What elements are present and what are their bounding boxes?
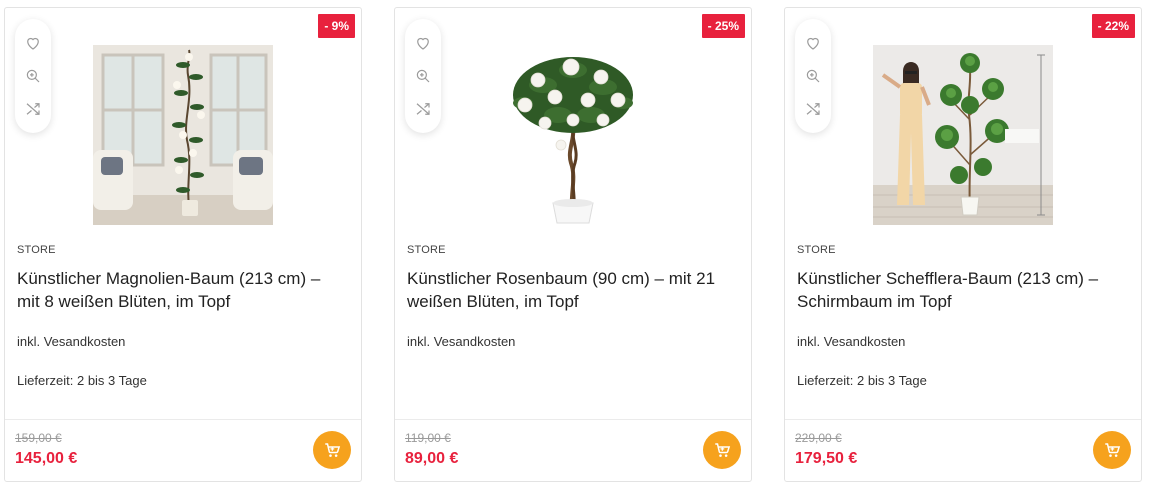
quick-view-button[interactable] — [802, 65, 824, 87]
product-brand: STORE — [17, 244, 56, 256]
shipping-note: inkl. Vesandkosten — [797, 334, 906, 349]
shuffle-icon — [806, 102, 820, 115]
compare-button[interactable] — [802, 98, 824, 120]
discount-badge: - 9% — [318, 14, 355, 38]
product-actions — [405, 19, 441, 133]
compare-button[interactable] — [22, 98, 44, 120]
product-image[interactable] — [93, 45, 273, 225]
rose-tree-image — [483, 45, 663, 225]
product-actions — [15, 19, 51, 133]
schefflera-tree-image — [873, 45, 1053, 225]
product-image[interactable] — [873, 45, 1053, 225]
compare-button[interactable] — [412, 98, 434, 120]
shopping-cart-icon — [715, 443, 731, 457]
price-footer: 229,00 € 179,50 € — [785, 419, 1141, 481]
price-footer: 159,00 € 145,00 € — [5, 419, 361, 481]
discount-badge: - 25% — [701, 14, 745, 38]
magnolia-tree-image — [93, 45, 273, 225]
quick-view-button[interactable] — [22, 65, 44, 87]
sale-price: 145,00 € — [15, 450, 78, 467]
zoom-in-icon — [26, 69, 40, 83]
product-card[interactable]: - 22% STORE Künstlicher Schefflera-Baum … — [784, 7, 1142, 482]
quick-view-button[interactable] — [412, 65, 434, 87]
product-title-link[interactable]: Künstlicher Rosenbaum (90 cm) – mit 21 w… — [407, 267, 737, 313]
delivery-time: Lieferzeit: 2 bis 3 Tage — [17, 373, 147, 388]
delivery-time: Lieferzeit: 2 bis 3 Tage — [797, 373, 927, 388]
heart-icon — [417, 38, 429, 51]
shipping-note: inkl. Vesandkosten — [407, 334, 516, 349]
old-price: 159,00 € — [15, 431, 62, 445]
shopping-cart-icon — [325, 443, 341, 457]
product-brand: STORE — [797, 244, 836, 256]
add-to-cart-button[interactable] — [1093, 431, 1131, 469]
price-footer: 119,00 € 89,00 € — [395, 419, 751, 481]
add-to-cart-button[interactable] — [313, 431, 351, 469]
product-actions — [795, 19, 831, 133]
sale-price: 89,00 € — [405, 450, 459, 467]
wishlist-button[interactable] — [412, 32, 434, 54]
product-card[interactable]: - 9% STORE Künstlicher Magnolien-Baum (2… — [4, 7, 362, 482]
old-price: 119,00 € — [405, 431, 451, 445]
product-title-link[interactable]: Künstlicher Magnolien-Baum (213 cm) – mi… — [17, 267, 347, 313]
heart-icon — [27, 38, 39, 51]
product-image[interactable] — [483, 45, 663, 225]
wishlist-button[interactable] — [22, 32, 44, 54]
wishlist-button[interactable] — [802, 32, 824, 54]
product-brand: STORE — [407, 244, 446, 256]
shopping-cart-icon — [1105, 443, 1121, 457]
shuffle-icon — [416, 102, 430, 115]
shuffle-icon — [26, 102, 40, 115]
shipping-note: inkl. Vesandkosten — [17, 334, 126, 349]
old-price: 229,00 € — [795, 431, 842, 445]
product-title-link[interactable]: Künstlicher Schefflera-Baum (213 cm) – S… — [797, 267, 1127, 313]
zoom-in-icon — [806, 69, 820, 83]
zoom-in-icon — [416, 69, 430, 83]
product-card[interactable]: - 25% STORE Künstlicher Rosenbaum (90 cm… — [394, 7, 752, 482]
add-to-cart-button[interactable] — [703, 431, 741, 469]
heart-icon — [807, 38, 819, 51]
discount-badge: - 22% — [1091, 14, 1135, 38]
sale-price: 179,50 € — [795, 450, 858, 467]
